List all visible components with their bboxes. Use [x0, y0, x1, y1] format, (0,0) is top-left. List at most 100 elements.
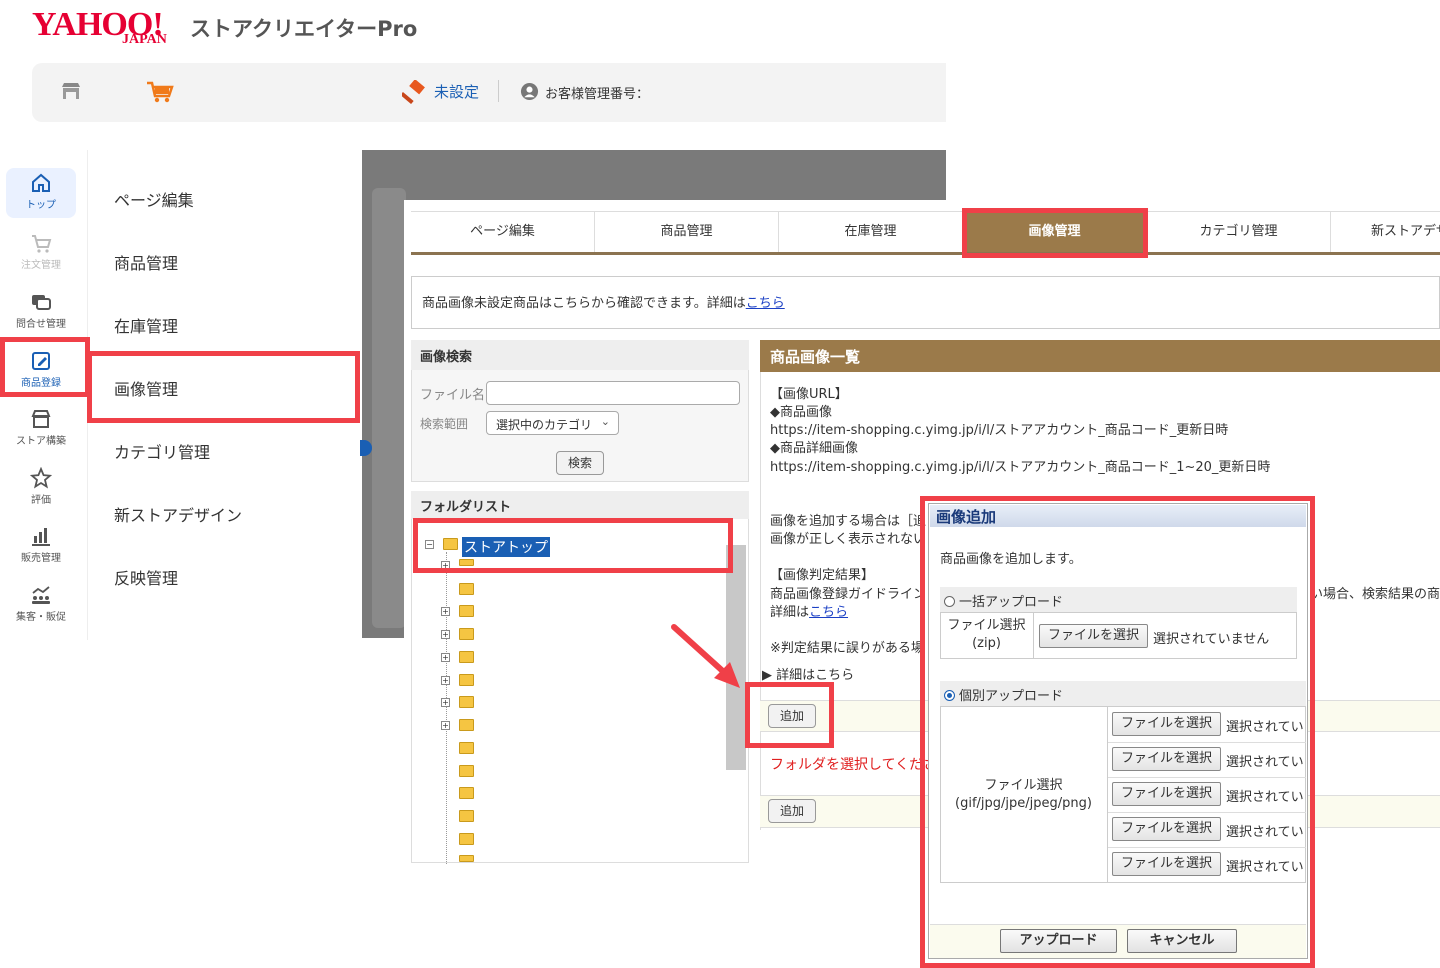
edit-icon	[32, 352, 50, 370]
file-name-label: ファイル名	[420, 388, 486, 403]
submenu-item-publish[interactable]: 反映管理	[114, 565, 178, 589]
choose-file-button-4[interactable]: ファイルを選択	[1112, 817, 1221, 841]
bulk-no-file-text: 選択されていません	[1153, 632, 1270, 647]
nav-item-sales[interactable]: 販売管理	[6, 521, 76, 571]
nav-item-label: 評価	[31, 495, 51, 506]
folder-icon[interactable]	[459, 651, 474, 663]
detail-image-heading: ◆商品詳細画像	[770, 441, 858, 456]
shopping-cart-icon[interactable]	[146, 80, 174, 104]
folder-icon[interactable]	[459, 742, 474, 754]
expand-toggle-icon[interactable]: +	[441, 698, 450, 707]
no-file-text-2: 選択されてい	[1226, 755, 1304, 770]
judge-detail-link[interactable]: こちら	[809, 605, 848, 620]
search-range-select[interactable]: 選択中のカテゴリ ⌄	[486, 411, 619, 435]
tab-inventory[interactable]: 在庫管理	[779, 212, 963, 252]
customer-number-label: お客様管理番号：	[545, 87, 650, 102]
folder-icon[interactable]	[459, 605, 474, 617]
choose-file-button-1[interactable]: ファイルを選択	[1112, 712, 1221, 736]
nav-item-orders[interactable]: 注文管理	[6, 228, 76, 278]
bulk-choose-file-button[interactable]: ファイルを選択	[1039, 624, 1148, 648]
submenu-item-page-edit[interactable]: ページ編集	[114, 187, 194, 211]
individual-upload-option[interactable]: 個別アップロード	[940, 681, 1306, 707]
expand-toggle-icon[interactable]: +	[441, 561, 450, 570]
tab-bar: ページ編集 商品管理 在庫管理 画像管理 カテゴリ管理 新ストアデザ	[411, 211, 1440, 255]
chevron-down-icon: ⌄	[600, 415, 610, 428]
expand-toggle-icon[interactable]: +	[441, 607, 450, 616]
nav-item-reviews[interactable]: 評価	[6, 463, 76, 513]
url-heading: 【画像URL】	[770, 387, 848, 402]
dialog-intro: 商品画像を追加します。	[940, 552, 1082, 567]
individual-upload-radio[interactable]	[944, 690, 955, 701]
individual-file-label-formats: (gif/jpg/jpe/jpeg/png)	[955, 796, 1092, 811]
folder-list-title: フォルダリスト	[411, 491, 749, 519]
upload-button[interactable]: アップロード	[1000, 929, 1117, 953]
expand-toggle-icon[interactable]: +	[441, 630, 450, 639]
tab-page-edit[interactable]: ページ編集	[411, 212, 595, 252]
choose-file-button-2[interactable]: ファイルを選択	[1112, 747, 1221, 771]
nav-item-store-build[interactable]: ストア構築	[6, 404, 76, 454]
store-icon[interactable]	[60, 80, 82, 102]
bulk-upload-option[interactable]: 一括アップロード	[940, 587, 1297, 613]
nav-item-marketing[interactable]: 集客・販促	[6, 580, 76, 630]
choose-file-button-5[interactable]: ファイルを選択	[1112, 852, 1221, 876]
product-image-heading: ◆商品画像	[770, 405, 832, 420]
cancel-button[interactable]: キャンセル	[1127, 929, 1237, 953]
product-title: ストアクリエイターPro	[190, 17, 418, 41]
details-toggle[interactable]: ▶ 詳細はこちら	[762, 664, 854, 683]
folder-icon[interactable]	[459, 719, 474, 731]
file-name-input[interactable]	[486, 381, 740, 405]
choose-file-button-3[interactable]: ファイルを選択	[1112, 782, 1221, 806]
tab-product-management[interactable]: 商品管理	[595, 212, 779, 252]
folder-icon[interactable]	[459, 855, 474, 862]
unset-status-link[interactable]: 未設定	[434, 81, 479, 102]
collapse-toggle-icon[interactable]: −	[425, 540, 434, 549]
people-chart-icon	[32, 586, 50, 604]
individual-file-label-text: ファイル選択	[984, 778, 1063, 793]
bulk-upload-radio[interactable]	[944, 596, 955, 607]
folder-icon[interactable]	[459, 628, 474, 640]
nav-item-inquiries[interactable]: 問合せ管理	[6, 287, 76, 337]
row-divider	[1108, 742, 1306, 743]
folder-icon[interactable]	[459, 559, 474, 566]
hammer-icon	[402, 80, 425, 104]
expand-toggle-icon[interactable]: +	[441, 653, 450, 662]
add-button-bottom[interactable]: 追加	[768, 799, 816, 823]
bar-chart-icon	[32, 528, 50, 546]
expand-toggle-icon[interactable]: +	[441, 721, 450, 730]
nav-item-label: ストア構築	[16, 436, 66, 447]
folder-icon[interactable]	[459, 833, 474, 845]
nav-item-top[interactable]: トップ	[6, 168, 76, 218]
notice-box: 商品画像未設定商品はこちらから確認できます。詳細はこちら	[411, 276, 1440, 329]
mistake-note: ※判定結果に誤りがある場	[770, 641, 924, 656]
folder-icon[interactable]	[459, 583, 474, 595]
folder-icon[interactable]	[459, 810, 474, 822]
nav-item-label: 問合せ管理	[16, 319, 66, 330]
notice-link[interactable]: こちら	[746, 296, 785, 311]
bulk-upload-label: 一括アップロード	[959, 595, 1064, 610]
tab-category[interactable]: カテゴリ管理	[1147, 212, 1331, 252]
folder-icon[interactable]	[459, 696, 474, 708]
store-icon	[31, 410, 51, 428]
folder-icon[interactable]	[459, 765, 474, 777]
folder-root-store-top[interactable]: ストアトップ	[462, 537, 550, 557]
add-button[interactable]: 追加	[768, 704, 816, 728]
submenu-item-product-management[interactable]: 商品管理	[114, 250, 178, 274]
submenu-item-inventory[interactable]: 在庫管理	[114, 313, 178, 337]
yahoo-logo-japan: JAPAN	[122, 32, 167, 47]
submenu-item-image-management[interactable]: 画像管理	[114, 376, 178, 400]
backdrop-panel	[372, 188, 406, 628]
expand-toggle-icon[interactable]: +	[441, 676, 450, 685]
row-divider	[1108, 812, 1306, 813]
nav-item-label: 注文管理	[21, 260, 61, 271]
submenu-item-category[interactable]: カテゴリ管理	[114, 439, 210, 463]
submenu-item-new-store-design[interactable]: 新ストアデザイン	[114, 502, 242, 526]
search-button[interactable]: 検索	[556, 451, 604, 475]
product-image-url: https://item-shopping.c.yimg.jp/i/l/ストアア…	[770, 423, 1229, 438]
tab-new-store-design[interactable]: 新ストアデザ	[1331, 212, 1440, 252]
user-icon	[520, 82, 539, 101]
no-file-text-5: 選択されてい	[1226, 860, 1304, 875]
folder-icon[interactable]	[459, 787, 474, 799]
tab-image-management[interactable]: 画像管理	[963, 212, 1147, 252]
folder-icon[interactable]	[459, 674, 474, 686]
nav-item-product-registration[interactable]: 商品登録	[6, 346, 76, 396]
